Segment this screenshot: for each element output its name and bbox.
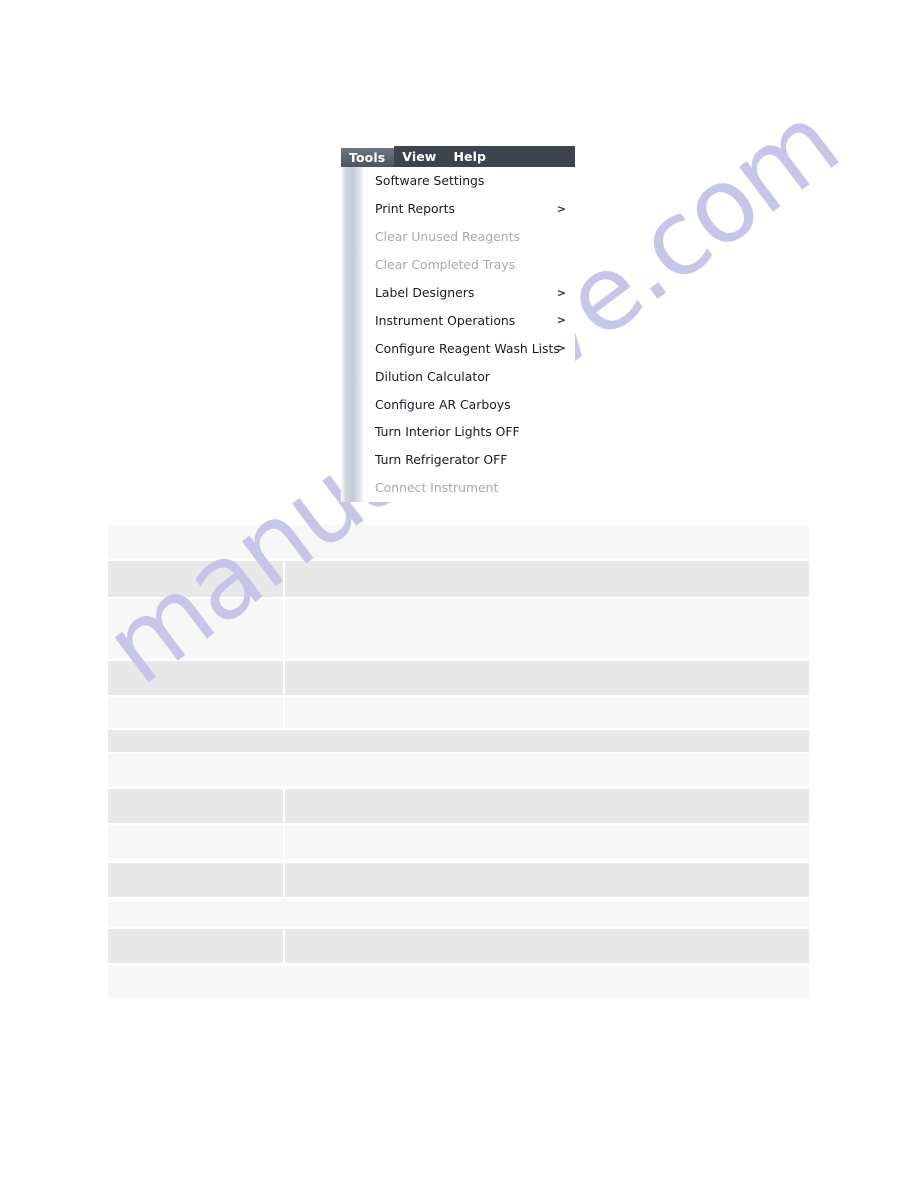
reference-table: [108, 525, 809, 997]
table-row: [108, 695, 809, 728]
table-cell-label: [108, 599, 283, 659]
table-row: [108, 787, 809, 823]
menu-item-configure-ar-carboys[interactable]: Configure AR Carboys: [363, 390, 575, 418]
menubar-item-help-label: Help: [453, 149, 487, 164]
table-cell-value: [283, 825, 809, 861]
table-cell-label: [108, 929, 283, 963]
chevron-right-icon: >: [556, 286, 566, 299]
menu-item-clear-unused-reagents: Clear Unused Reagents: [363, 223, 575, 251]
menu-item-label: Software Settings: [375, 173, 485, 189]
table-row: [108, 927, 809, 963]
table-cell-value: [283, 863, 809, 897]
menu-item-instrument-operations[interactable]: Instrument Operations >: [363, 306, 575, 334]
menu-item-label: Clear Completed Trays: [375, 257, 516, 273]
table-cell-value: [283, 561, 809, 597]
menu-item-label-designers[interactable]: Label Designers >: [363, 279, 575, 307]
menu-bar: Tools View Help: [341, 146, 575, 167]
table-row: [108, 752, 809, 787]
table-cell-value: [283, 789, 809, 823]
menu-item-label: Configure Reagent Wash Lists: [375, 340, 560, 356]
menubar-item-view[interactable]: View: [394, 146, 445, 167]
table-cell-value: [283, 697, 809, 728]
menu-item-connect-instrument: Connect Instrument: [363, 474, 575, 502]
table-cell-label: [108, 661, 283, 695]
table-cell-full: [108, 730, 809, 752]
table-row: [108, 659, 809, 695]
table-cell-value: [283, 929, 809, 963]
menubar-item-help[interactable]: Help: [445, 146, 495, 167]
menubar-item-tools-label: Tools: [349, 150, 386, 165]
table-row: [108, 963, 809, 997]
menubar-item-tools[interactable]: Tools: [341, 146, 395, 167]
menu-item-clear-completed-trays: Clear Completed Trays: [363, 251, 575, 279]
menu-item-label: Clear Unused Reagents: [375, 229, 520, 245]
dropdown-gutter-stripe: [341, 167, 363, 502]
menu-item-label: Turn Interior Lights OFF: [375, 424, 520, 440]
table-row: [108, 525, 809, 559]
menu-item-turn-refrigerator-off[interactable]: Turn Refrigerator OFF: [363, 446, 575, 474]
table-cell-label: [108, 863, 283, 897]
table-cell-full: [108, 525, 809, 559]
menu-item-label: Turn Refrigerator OFF: [375, 452, 508, 468]
menu-item-software-settings[interactable]: Software Settings: [363, 167, 575, 195]
table-cell-full: [108, 754, 809, 787]
table-cell-full: [108, 965, 809, 997]
menu-item-label: Connect Instrument: [375, 480, 499, 496]
table-row: [108, 897, 809, 927]
menu-item-label: Dilution Calculator: [375, 368, 490, 384]
menu-item-label: Configure AR Carboys: [375, 396, 511, 412]
table-row: [108, 823, 809, 861]
menu-item-label: Label Designers: [375, 285, 475, 300]
table-cell-label: [108, 825, 283, 861]
table-cell-label: [108, 697, 283, 728]
table-cell-full: [108, 899, 809, 927]
table-cell-value: [283, 599, 809, 659]
table-cell-label: [108, 561, 283, 597]
chevron-right-icon: >: [556, 202, 566, 216]
document-page: manualshive.com Tools View Help Software…: [0, 0, 918, 1188]
table-cell-label: [108, 789, 283, 823]
tools-dropdown-menu: Software Settings Print Reports > Clear …: [341, 167, 575, 502]
chevron-right-icon: >: [556, 341, 566, 355]
chevron-right-icon: >: [556, 313, 566, 327]
menu-item-label: Print Reports: [375, 201, 455, 217]
table-row: [108, 861, 809, 897]
table-row: [108, 597, 809, 659]
menu-item-print-reports[interactable]: Print Reports >: [363, 195, 575, 223]
menu-item-turn-interior-lights-off[interactable]: Turn Interior Lights OFF: [363, 418, 575, 446]
application-menu-screenshot: Tools View Help Software Settings Print …: [341, 146, 575, 502]
table-row: [108, 728, 809, 752]
table-row: [108, 559, 809, 597]
menu-item-configure-reagent-wash-lists[interactable]: Configure Reagent Wash Lists >: [363, 334, 575, 362]
menu-item-dilution-calculator[interactable]: Dilution Calculator: [363, 362, 575, 390]
menu-item-label: Instrument Operations: [375, 312, 516, 328]
table-cell-value: [283, 661, 809, 695]
dropdown-item-list: Software Settings Print Reports > Clear …: [363, 167, 575, 502]
menubar-item-view-label: View: [402, 149, 437, 164]
